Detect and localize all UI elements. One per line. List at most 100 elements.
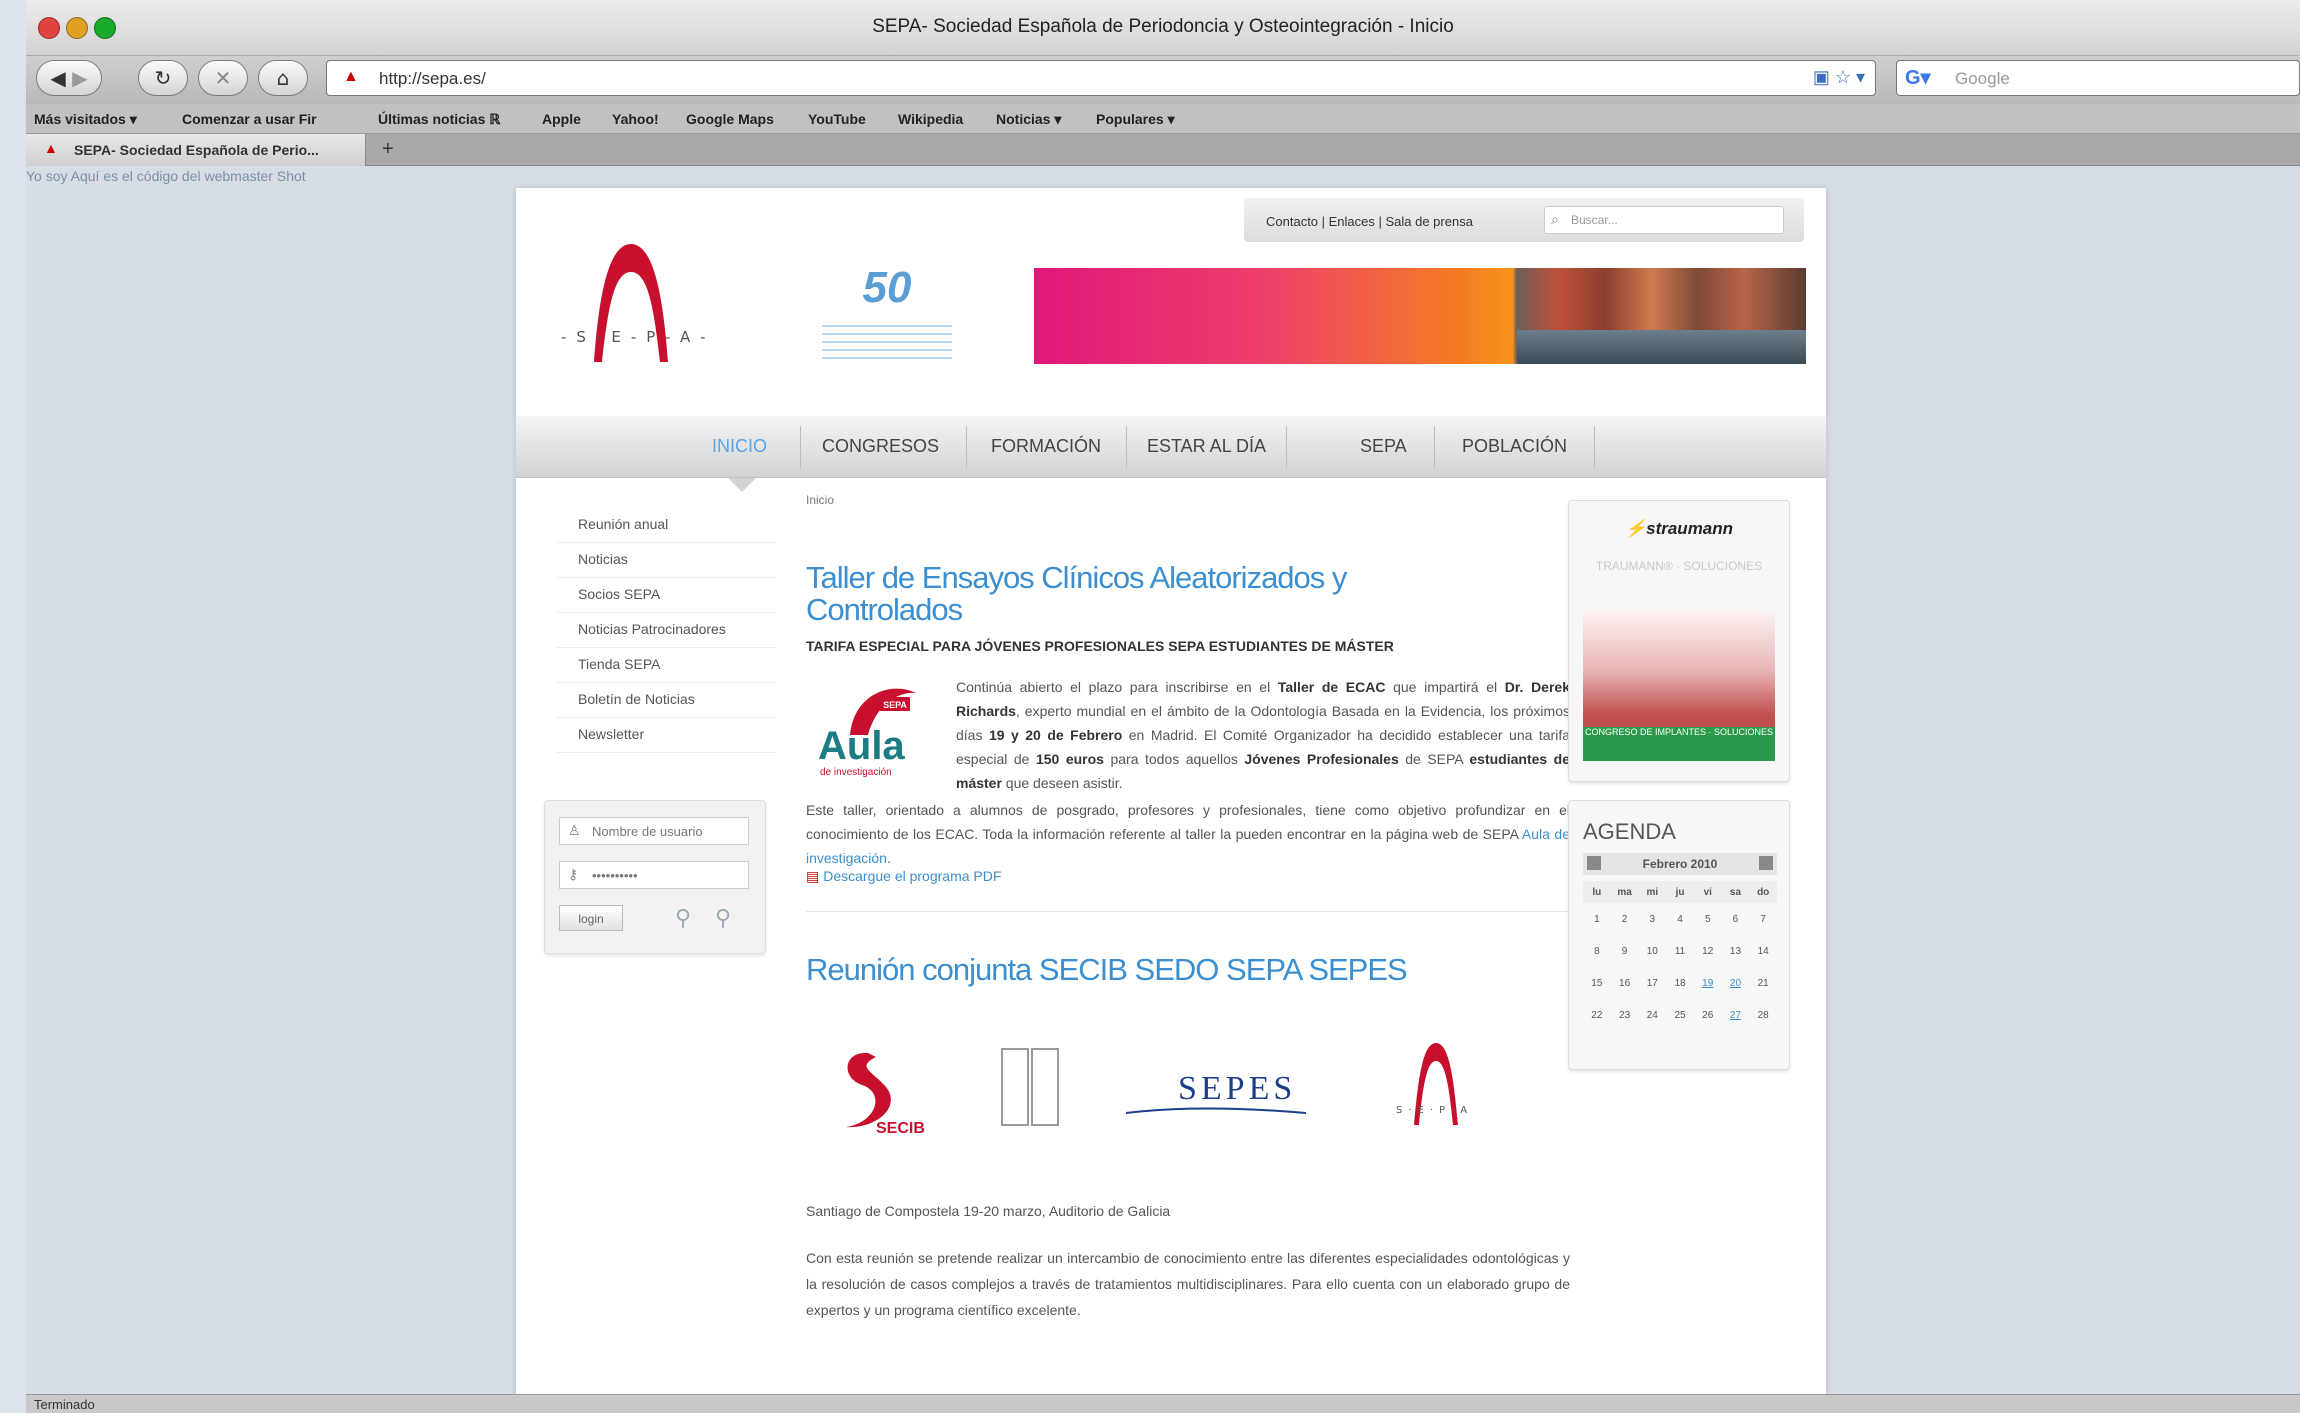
url-text: http://sepa.es/ [379,69,486,88]
left-menu-tienda-sepa[interactable]: Tienda SEPA [556,648,776,683]
calendar-week: 8 9 10 11 12 13 14 [1594,945,1769,957]
article2-body: Con esta reunión se pretende realizar un… [806,1250,1570,1318]
status-bar: Terminado [26,1394,2300,1413]
bookmark-wikipedia[interactable]: Wikipedia [898,111,963,127]
article1-title-line1[interactable]: Taller de Ensayos Clínicos Aleatorizados… [806,561,1347,595]
straumann-ad[interactable]: ⚡straumann TRAUMANN® · SOLUCIONES CONGRE… [1568,500,1790,782]
forward-arrow-icon: ▶ [72,66,88,90]
article2-title[interactable]: Reunión conjunta SECIB SEDO SEPA SEPES [806,953,1408,987]
ad-caption: CONGRESO DE IMPLANTES · SOLUCIONES [1584,727,1774,737]
tab-favicon-icon: ▲ [44,140,58,156]
stop-icon: ✕ [214,66,232,90]
calendar-event-day[interactable]: 20 [1722,978,1750,989]
reload-icon: ↻ [154,66,172,90]
anniversary-caption-lines [822,319,952,359]
calendar-week: 15 16 17 18 19 20 21 [1591,977,1769,989]
key-icon: ⚷ [568,866,579,882]
login-button[interactable]: login [559,905,623,931]
forgot-password-icon[interactable]: ⚲ [675,905,691,931]
site-search-placeholder: Buscar... [1571,213,1618,227]
nav-separator [966,426,967,468]
agenda-calendar: AGENDA Febrero 2010 lu ma mi ju vi sa do 12345… [1568,800,1790,1070]
google-search-box[interactable]: G▾ Google [1896,60,2300,96]
left-menu: Reunión anual Noticias Socios SEPA Notic… [556,508,776,753]
article2-venue: Santiago de Compostela 19-20 marzo, Audi… [806,1203,1171,1219]
site-favicon-icon: ▲ [343,68,359,85]
svg-text:SECIB: SECIB [876,1120,925,1137]
ad-tagline: TRAUMANN® · SOLUCIONES [1595,559,1763,573]
agenda-title: AGENDA [1583,819,1676,844]
tab-bar: ▲ SEPA- Sociedad Española de Perio... + [26,134,2300,166]
left-menu-socios-sepa[interactable]: Socios SEPA [556,578,776,613]
article-divider [806,911,1570,912]
aula-investigacion-logo: SEPA Aula de investigación [818,688,916,778]
ad-image-gums [1583,611,1775,761]
username-field[interactable]: ♙ Nombre de usuario [559,817,749,845]
active-nav-indicator [728,478,756,492]
utility-links[interactable]: Contacto | Enlaces | Sala de prensa [1266,214,1473,229]
address-bar[interactable]: ▲ http://sepa.es/ ▣ ☆ ▾ [326,60,1876,96]
left-menu-noticias-patrocinadores[interactable]: Noticias Patrocinadores [556,613,776,648]
bookmark-populares[interactable]: Populares ▾ [1096,111,1175,128]
article1-subheading: TARIFA ESPECIAL PARA JÓVENES PROFESIONAL… [806,638,1394,654]
new-tab-plus-icon[interactable]: + [382,138,394,161]
nav-sepa[interactable]: SEPA [1360,436,1407,457]
sepa-small-logo: S·E·P·A [1396,1043,1473,1125]
sepa-logo[interactable]: -S-E-P-A- [556,238,706,368]
nav-estar-al-dia[interactable]: ESTAR AL DÍA [1147,436,1266,457]
nav-poblacion[interactable]: POBLACIÓN [1462,436,1567,457]
calendar-weekdays: lu ma mi ju vi sa do [1583,881,1777,903]
pdf-icon: ▤ [806,868,820,884]
bookmark-getting-started[interactable]: Comenzar a usar Fir [182,111,317,127]
calendar-event-day[interactable]: 19 [1694,978,1722,989]
bookmark-yahoo[interactable]: Yahoo! [612,111,659,127]
main-navigation: INICIO CONGRESOS FORMACIÓN ESTAR AL DÍA … [516,416,1826,478]
site-search-input[interactable]: ⌕ Buscar... [1544,206,1784,234]
stop-button[interactable]: ✕ [198,60,248,96]
bookmark-star-icon[interactable]: ▣ ☆ ▾ [1813,67,1865,88]
tab-sepa[interactable]: ▲ SEPA- Sociedad Española de Perio... [26,134,366,166]
user-icon: ♙ [568,822,581,838]
header-banner-image [1034,268,1806,364]
calendar-month-header: Febrero 2010 [1583,853,1777,875]
back-arrow-icon: ◀ [50,66,66,90]
bookmark-noticias[interactable]: Noticias ▾ [996,111,1061,128]
calendar-week: 1234567 [1594,913,1766,925]
aula-subtext: de investigación [820,767,892,778]
calendar-prev-icon[interactable] [1587,856,1601,870]
bookmark-most-visited[interactable]: Más visitados ▾ [34,111,137,128]
login-box: ♙ Nombre de usuario ⚷ •••••••••• login ⚲… [544,800,766,954]
svg-text:-S-E-P-A-: -S-E-P-A- [561,328,706,346]
calendar-event-day[interactable]: 27 [1722,1010,1750,1021]
bookmark-youtube[interactable]: YouTube [808,111,866,127]
download-pdf-link[interactable]: ▤ Descargue el programa PDF [806,868,1001,885]
breadcrumb[interactable]: Inicio [806,493,834,507]
register-user-icon[interactable]: ⚲ [715,905,731,931]
nav-congresos[interactable]: CONGRESOS [822,436,939,457]
utility-links-bar: Contacto | Enlaces | Sala de prensa ⌕ Bu… [1244,198,1804,242]
bookmark-latest-news[interactable]: Últimas noticias ℝ [378,111,500,128]
home-button[interactable]: ⌂ [258,60,308,96]
website-page: Contacto | Enlaces | Sala de prensa ⌕ Bu… [516,188,1826,1398]
svg-text:S·E·P·A: S·E·P·A [1396,1105,1473,1116]
left-menu-noticias[interactable]: Noticias [556,543,776,578]
left-menu-boletin[interactable]: Boletín de Noticias [556,683,776,718]
nav-inicio[interactable]: INICIO [712,436,767,457]
bookmark-apple[interactable]: Apple [542,111,581,127]
back-forward-button[interactable]: ◀ ▶ [36,60,102,96]
nav-formacion[interactable]: FORMACIÓN [991,436,1101,457]
article1-title-line2[interactable]: Controlados [806,593,963,627]
reload-button[interactable]: ↻ [138,60,188,96]
aula-badge-text: SEPA [883,700,907,710]
calendar-next-icon[interactable] [1759,856,1773,870]
calendar-grid: lu ma mi ju vi sa do 1234567 8 9 10 11 12 13 14 15 16… [1583,881,1777,1031]
left-menu-newsletter[interactable]: Newsletter [556,718,776,753]
left-menu-reunion-anual[interactable]: Reunión anual [556,508,776,543]
article1-body: Este taller, orientado a alumnos de posg… [806,802,1570,866]
window-title: SEPA- Sociedad Española de Periodoncia y… [872,16,1454,37]
bookmark-google-maps[interactable]: Google Maps [686,111,774,127]
calendar-month: Febrero 2010 [1642,857,1718,871]
password-field[interactable]: ⚷ •••••••••• [559,861,749,889]
secib-logo: SECIB [846,1052,925,1137]
article1-intro: Continúa abierto el plazo para inscribir… [956,679,1571,791]
